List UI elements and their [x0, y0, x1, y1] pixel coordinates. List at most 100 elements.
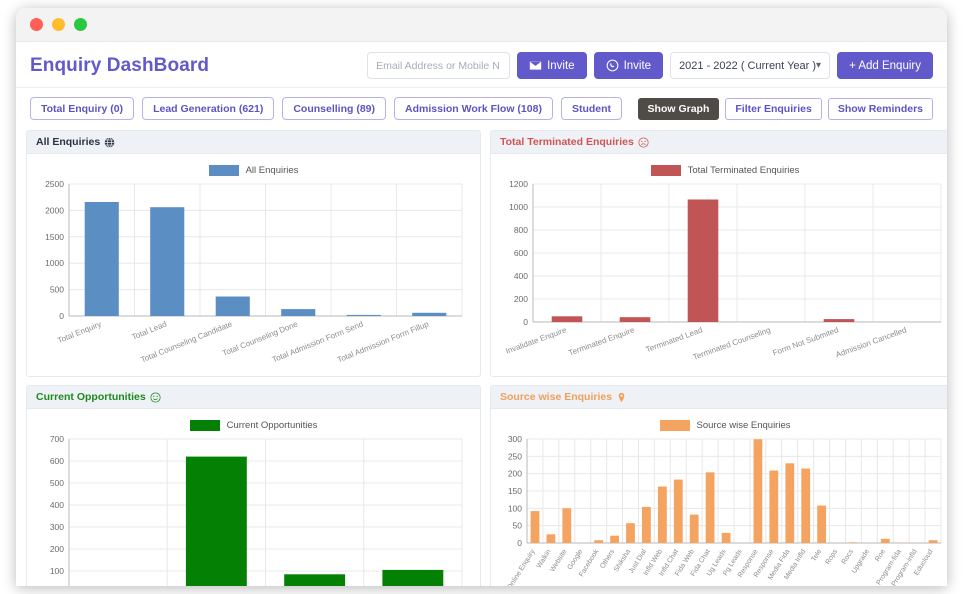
svg-text:1000: 1000: [509, 202, 528, 212]
svg-text:0: 0: [59, 311, 64, 321]
svg-text:Terminated Enquire: Terminated Enquire: [567, 325, 636, 357]
card-body: All Enquiries 0 500 1000 1500 2000 2500 Total …: [27, 154, 480, 370]
chart-legend: Source wise Enquiries: [497, 420, 947, 431]
svg-text:50: 50: [513, 521, 523, 531]
card-header: Source wise Enquiries: [491, 386, 947, 409]
chart-source-wise-enquiries: Source wise Enquiries 0 50 100 150 200 250 300…: [497, 420, 947, 586]
svg-text:1200: 1200: [509, 179, 528, 189]
svg-text:Total Enquiry: Total Enquiry: [56, 320, 102, 346]
smiley-face-icon: [150, 391, 161, 403]
whatsapp-invite-button[interactable]: Invite: [593, 52, 664, 79]
legend-swatch: [208, 165, 239, 176]
card-body: Total Terminated Enquiries 0 200 400 600 800…: [491, 154, 947, 376]
svg-text:2000: 2000: [45, 205, 64, 215]
chart-legend: All Enquiries: [33, 165, 474, 176]
dashboard-header: Enquiry DashBoard Invite Invite 202: [16, 42, 947, 88]
svg-text:Terminated Lead: Terminated Lead: [645, 325, 704, 354]
window-close-button[interactable]: [30, 18, 43, 31]
card-header: Total Terminated Enquiries: [491, 131, 947, 154]
svg-text:200: 200: [514, 294, 528, 304]
svg-text:100: 100: [508, 503, 522, 513]
svg-text:600: 600: [50, 456, 64, 466]
email-invite-button[interactable]: Invite: [517, 52, 587, 79]
svg-text:300: 300: [50, 522, 64, 532]
tab-admission-work-flow[interactable]: Admission Work Flow (108): [394, 97, 553, 120]
chevron-down-icon: ▾: [816, 60, 822, 71]
svg-text:1500: 1500: [45, 232, 64, 242]
card-title: All Enquiries: [36, 136, 101, 148]
svg-text:600: 600: [514, 248, 528, 258]
svg-text:Tele: Tele: [811, 548, 824, 563]
legend-swatch: [189, 420, 220, 431]
svg-text:Online Enquiry: Online Enquiry: [506, 548, 537, 586]
show-graph-button[interactable]: Show Graph: [637, 97, 720, 120]
dashboard-grid: All Enquiries All Enquiries 0 500 1000 1500…: [16, 130, 947, 586]
app-content: Enquiry DashBoard Invite Invite 202: [16, 42, 947, 586]
whatsapp-invite-label: Invite: [623, 59, 652, 72]
chart-plot-area: 100 200 300 400 500 600 700: [33, 433, 474, 586]
chart-plot-area: 0 200 400 600 800 1000 1200 Invalidate Enquire T…: [497, 178, 947, 374]
card-title: Source wise Enquiries: [500, 391, 613, 403]
card-title: Current Opportunities: [36, 391, 146, 403]
tab-label: Student: [571, 102, 612, 115]
add-enquiry-button[interactable]: + Add Enquiry: [837, 52, 933, 79]
email-invite-label: Invite: [547, 59, 575, 72]
chart-plot-area: 0 500 1000 1500 2000 2500 Total Enquiry Total L…: [33, 178, 474, 368]
svg-text:Roe: Roe: [874, 548, 887, 563]
card-body: Source wise Enquiries 0 50 100 150 200 250 300…: [491, 409, 947, 586]
svg-text:500: 500: [50, 285, 64, 295]
legend-label: Total Terminated Enquiries: [687, 165, 800, 176]
map-pin-icon: [616, 392, 627, 403]
chart-total-terminated-enquiries: Total Terminated Enquiries 0 200 400 600 800…: [497, 165, 947, 374]
legend-swatch: [650, 165, 681, 176]
svg-text:150: 150: [508, 486, 522, 496]
svg-text:0: 0: [523, 317, 528, 327]
filter-enquiries-button[interactable]: Filter Enquiries: [725, 97, 822, 120]
sad-face-icon: [638, 136, 649, 148]
show-reminders-button[interactable]: Show Reminders: [827, 97, 933, 120]
envelope-icon: [529, 59, 542, 72]
window-maximize-button[interactable]: [74, 18, 87, 31]
svg-text:Rocs: Rocs: [841, 548, 856, 566]
card-current-opportunities: Current Opportunities Current Opportunit…: [26, 385, 481, 586]
legend-label: Current Opportunities: [226, 420, 318, 431]
filter-enquiries-label: Filter Enquiries: [735, 102, 812, 115]
tab-student[interactable]: Student: [560, 97, 623, 120]
window-minimize-button[interactable]: [52, 18, 65, 31]
tab-label: Counselling (89): [293, 102, 376, 115]
card-header: All Enquiries: [27, 131, 480, 154]
svg-text:Rops: Rops: [825, 548, 840, 566]
tab-counselling[interactable]: Counselling (89): [282, 97, 387, 120]
globe-icon: [104, 136, 115, 148]
svg-text:200: 200: [508, 469, 522, 479]
show-reminders-label: Show Reminders: [837, 102, 923, 115]
academic-year-value: 2021 - 2022 ( Current Year ): [679, 59, 817, 72]
svg-text:200: 200: [50, 544, 64, 554]
svg-text:0: 0: [517, 538, 522, 548]
card-all-enquiries: All Enquiries All Enquiries 0 500 1000 1500…: [26, 130, 481, 377]
svg-text:500: 500: [50, 478, 64, 488]
svg-text:250: 250: [508, 451, 522, 461]
page-title: Enquiry DashBoard: [30, 54, 210, 76]
view-actions: Show Graph Filter Enquiries Show Reminde…: [637, 97, 933, 120]
svg-text:800: 800: [514, 225, 528, 235]
header-actions: Invite Invite 2021 - 2022 ( Current Year…: [367, 52, 933, 79]
svg-text:1000: 1000: [45, 258, 64, 268]
window-titlebar: [16, 8, 947, 42]
legend-label: Source wise Enquiries: [696, 420, 791, 431]
tab-label: Lead Generation (621): [153, 102, 264, 115]
tab-total-enquiry[interactable]: Total Enquiry (0): [30, 97, 135, 120]
tab-lead-generation[interactable]: Lead Generation (621): [142, 97, 275, 120]
legend-label: All Enquiries: [245, 165, 299, 176]
svg-text:2500: 2500: [45, 179, 64, 189]
academic-year-select[interactable]: 2021 - 2022 ( Current Year ) ▾: [670, 52, 831, 79]
tab-label: Admission Work Flow (108): [405, 102, 542, 115]
card-total-terminated-enquiries: Total Terminated Enquiries Total Termina…: [490, 130, 947, 377]
tab-label: Total Enquiry (0): [41, 102, 124, 115]
svg-text:Terminated Counseling: Terminated Counseling: [692, 325, 772, 361]
chart-current-opportunities: Current Opportunities 100 200 300 400 500 600…: [33, 420, 474, 586]
invite-email-input[interactable]: [367, 52, 511, 79]
chart-legend: Total Terminated Enquiries: [497, 165, 947, 176]
svg-text:Invalidate Enquire: Invalidate Enquire: [504, 325, 568, 356]
chart-legend: Current Opportunities: [33, 420, 474, 431]
